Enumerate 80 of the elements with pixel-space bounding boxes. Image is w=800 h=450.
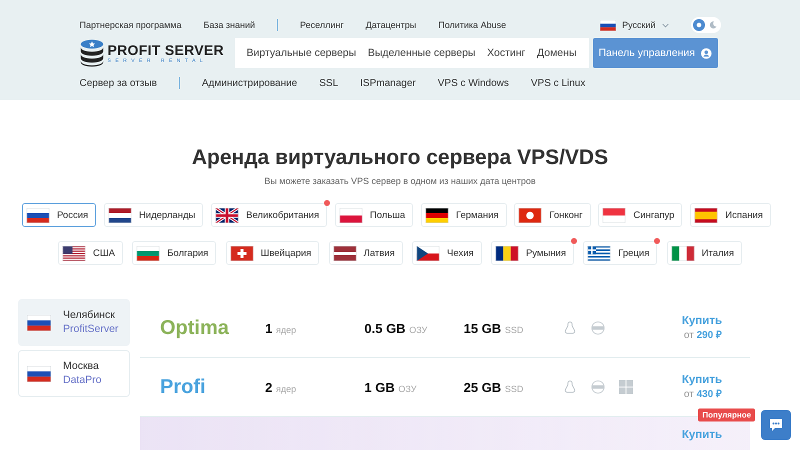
top-link[interactable]: База знаний [203,20,256,30]
ram-spec: 1 GB ОЗУ [364,380,416,394]
ram-spec: 0.5 GB ОЗУ [364,320,428,336]
flag-icon [416,246,440,260]
flag-icon [670,246,695,260]
iso-disc-icon [590,321,605,335]
flag-icon [62,246,86,260]
disk-spec: 15 GB SSD [464,320,524,336]
country-tab[interactable]: Гонконг [514,203,591,227]
country-tab[interactable]: Швейцария [226,241,320,265]
user-icon [700,48,712,58]
country-tab[interactable]: Болгария [132,241,216,265]
plan-name: Profi [159,376,207,398]
country-tab[interactable]: Сингапур [598,203,682,227]
flag-icon [230,246,254,260]
provider-name: ProfitServer [63,322,118,336]
theme-toggle[interactable] [690,17,720,33]
cores-spec: 2 ядер [265,380,296,394]
top-link[interactable]: Реселлинг [300,20,344,30]
country-tab[interactable]: Чехия [412,241,482,265]
country-tab[interactable]: Италия [666,241,742,265]
flag-icon [108,208,132,222]
language-selector[interactable]: Русский [600,20,668,30]
main-nav-link[interactable]: Выделенные серверы [368,47,476,59]
flag-icon [424,208,449,222]
page-subtitle: Вы можете заказать VPS сервер в одном из наших дата центров [263,176,537,186]
iso-disc-icon [590,380,605,394]
main-nav-link[interactable]: Хостинг [487,47,526,59]
flag-icon [332,246,357,260]
country-tab[interactable]: Великобритания [211,203,328,227]
flag-icon [338,208,363,222]
disk-spec: 25 GB SSD [464,380,524,394]
flag-icon [26,208,50,222]
location-card[interactable]: Челябинск ProfitServer [18,299,130,346]
sub-nav-link[interactable]: ISPmanager [360,78,416,88]
logo-title: PROFIT SERVER [108,42,224,56]
page-title: Аренда виртуального сервера VPS/VDS [190,146,610,170]
cores-spec: 1 ядер [265,320,296,336]
sun-icon [692,19,704,31]
country-tab[interactable]: США [58,241,123,265]
country-tab[interactable]: Испания [690,203,771,227]
sub-nav-link[interactable]: Администрирование [202,78,298,88]
sub-nav-link[interactable]: Сервер за отзыв [80,78,157,88]
caret-icon [662,22,668,28]
chat-button[interactable] [761,410,791,440]
country-tab[interactable]: Россия [22,203,96,227]
top-link[interactable]: Партнерская программа [80,20,182,30]
flag-icon [494,246,519,260]
city-name: Челябинск [63,309,116,322]
sub-nav-link[interactable]: VPS с Linux [530,78,586,88]
flag-icon [27,314,51,330]
plan-name: Optima [159,316,230,340]
main-nav-link[interactable]: Домены [537,47,576,59]
flag-icon [136,246,160,260]
flag-icon [694,208,718,222]
city-name: Москва [63,360,100,374]
country-tab[interactable]: Германия [420,203,507,227]
flag-icon [518,208,542,222]
country-tab[interactable]: Польша [334,203,414,227]
top-link[interactable]: Политика Abuse [438,20,506,30]
popular-badge: Популярное [698,408,756,422]
sub-nav-link[interactable]: VPS с Windows [438,78,509,88]
sub-nav-link[interactable]: SSL [319,78,338,88]
country-tab[interactable]: Румыния [490,241,574,265]
server-stack-icon [80,39,104,67]
price-text: от 290 ₽ [684,329,722,341]
flag-icon [27,366,51,382]
flag-icon [600,20,616,30]
top-link[interactable]: Датацентры [366,20,416,30]
chat-bubble-icon [768,417,784,433]
location-card[interactable]: Москва DataPro [18,350,130,397]
country-tab[interactable]: Латвия [328,241,403,265]
flag-icon [215,208,240,222]
country-tab[interactable]: Нидерланды [104,203,204,227]
price-text: от 430 ₽ [684,388,722,400]
flag-icon [602,208,626,222]
provider-name: DataPro [63,374,102,387]
flag-icon [587,246,612,260]
country-tab[interactable]: Греция [583,241,658,265]
main-nav-link[interactable]: Виртуальные серверы [246,47,356,59]
